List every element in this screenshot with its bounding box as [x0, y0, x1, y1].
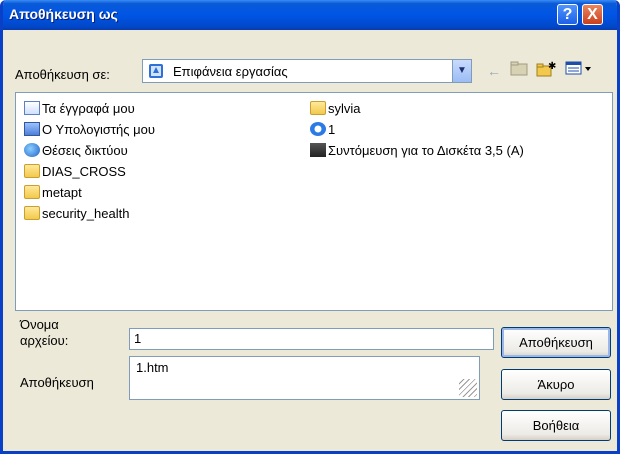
list-item[interactable]: Τα έγγραφά μου: [24, 99, 135, 119]
filetype-value: 1.htm: [136, 360, 169, 375]
view-menu-icon[interactable]: [563, 60, 595, 82]
file-list[interactable]: Τα έγγραφά μου Ο Υπολογιστής μου Θέσεις …: [15, 92, 613, 311]
ie-page-icon: [310, 122, 326, 136]
help-button[interactable]: Βοήθεια: [501, 410, 611, 441]
floppy-shortcut-icon: [310, 143, 326, 157]
my-documents-icon: [24, 101, 40, 115]
folder-icon: [24, 206, 40, 220]
save-in-value: Επιφάνεια εργασίας: [173, 64, 288, 79]
desktop-icon: [149, 64, 163, 78]
list-item[interactable]: Θέσεις δικτύου: [24, 141, 128, 161]
help-title-button[interactable]: ?: [557, 4, 578, 25]
list-item[interactable]: metapt: [24, 183, 82, 203]
save-button[interactable]: Αποθήκευση: [501, 327, 611, 358]
back-icon[interactable]: ←: [483, 60, 505, 82]
cancel-button[interactable]: Άκυρο: [501, 369, 611, 400]
folder-icon: [24, 185, 40, 199]
filename-input[interactable]: 1: [129, 328, 494, 350]
folder-icon: [310, 101, 326, 115]
network-places-icon: [24, 143, 40, 157]
dialog-title: Αποθήκευση ως: [9, 6, 118, 22]
close-button[interactable]: X: [582, 4, 603, 25]
folder-icon: [24, 164, 40, 178]
resize-grip-icon[interactable]: [459, 379, 477, 397]
list-item[interactable]: Συντόμευση για το Δισκέτα 3,5 (A): [310, 141, 524, 161]
list-item[interactable]: sylvia: [310, 99, 361, 119]
list-item[interactable]: Ο Υπολογιστής μου: [24, 120, 155, 140]
chevron-down-icon[interactable]: ▼: [452, 60, 471, 82]
up-folder-icon[interactable]: [508, 60, 530, 82]
save-in-label: Αποθήκευση σε:: [15, 67, 110, 82]
save-as-dialog: Αποθήκευση ως ? X Αποθήκευση σε: Επιφάνε…: [0, 0, 620, 454]
save-in-dropdown[interactable]: Επιφάνεια εργασίας ▼: [142, 59, 472, 83]
filetype-label: Αποθήκευση: [20, 375, 94, 390]
filename-label: Όνομα αρχείου:: [20, 317, 69, 348]
filetype-select[interactable]: 1.htm: [129, 356, 480, 400]
list-item[interactable]: 1: [310, 120, 335, 140]
list-item[interactable]: DIAS_CROSS: [24, 162, 126, 182]
title-bar[interactable]: Αποθήκευση ως ? X: [3, 0, 617, 30]
my-computer-icon: [24, 122, 40, 136]
svg-text:✱: ✱: [548, 61, 556, 72]
new-folder-icon[interactable]: ✱: [535, 60, 557, 82]
list-item[interactable]: security_health: [24, 204, 129, 224]
